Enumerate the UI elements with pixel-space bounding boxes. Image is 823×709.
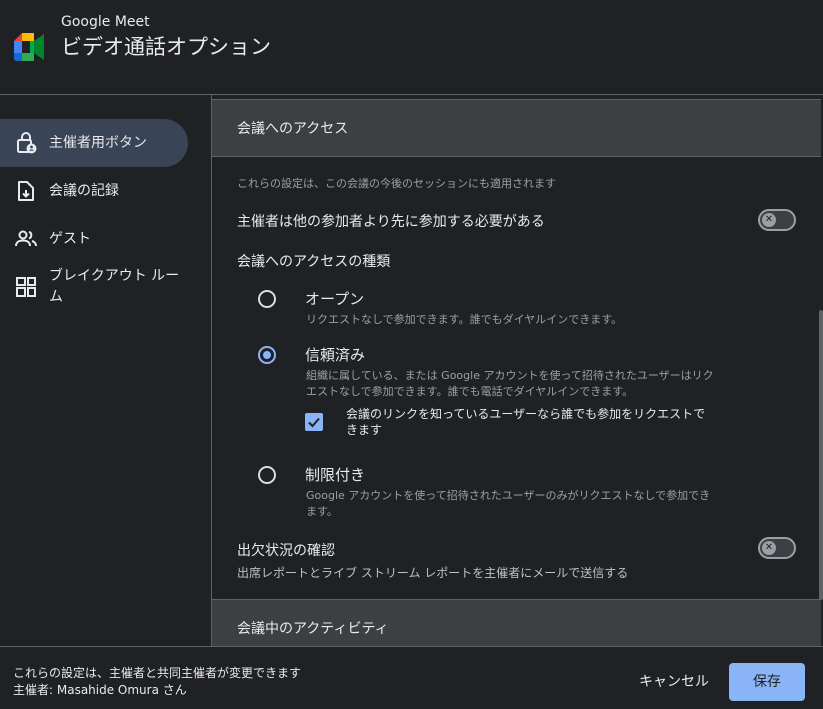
file-download-icon <box>18 181 34 201</box>
dialog-footer: これらの設定は、主催者と共同主催者が変更できます 主催者: Masahide O… <box>0 646 823 709</box>
access-trusted-desc-line2: エストなしで参加できます。誰でも電話でダイヤルインできます。 <box>306 385 634 398</box>
sidebar-item-host-controls[interactable]: 主催者用ボタン <box>0 119 188 167</box>
access-open-desc: リクエストなしで参加できます。誰でもダイヤルインできます。 <box>306 313 623 326</box>
dialog-title: ビデオ通話オプション <box>61 35 271 59</box>
access-restricted-radio[interactable] <box>258 466 276 484</box>
footer-note-line1: これらの設定は、主催者と共同主催者が変更できます <box>13 666 302 680</box>
save-button[interactable]: 保存 <box>729 663 805 701</box>
access-restricted-title: 制限付き <box>305 466 366 484</box>
sidebar-item-guests[interactable]: ゲスト <box>0 215 188 263</box>
attendance-title: 出欠状況の確認 <box>237 543 335 559</box>
section-note: これらの設定は、この会議の今後のセッションにも適用されます <box>237 177 556 190</box>
section-title: 会議へのアクセス <box>237 121 349 137</box>
host-join-first-label: 主催者は他の参加者より先に参加する必要がある <box>237 214 545 230</box>
google-meet-logo <box>14 33 44 61</box>
access-trusted-title: 信頼済み <box>305 346 366 364</box>
close-icon: ✕ <box>764 542 774 553</box>
toggle-off-knob: ✕ <box>762 541 776 555</box>
check-icon <box>308 417 320 428</box>
link-request-label-line2: きます <box>346 423 383 437</box>
cancel-button[interactable]: キャンセル <box>626 664 722 700</box>
access-restricted-desc-line2: ます。 <box>306 505 338 518</box>
access-open-radio[interactable] <box>258 290 276 308</box>
access-trusted-desc-line1: 組織に属している、または Google アカウントを使って招待されたユーザーはリ… <box>306 369 714 382</box>
access-trusted-radio[interactable] <box>258 346 276 364</box>
sidebar-item-breakout-rooms[interactable]: ブレイクアウト ルー ム <box>0 263 188 315</box>
section-header-in-meeting-activity: 会議中のアクティビティ <box>212 599 821 646</box>
settings-panel: 会議へのアクセス これらの設定は、この会議の今後のセッションにも適用されます 主… <box>212 95 823 646</box>
grid-icon <box>16 277 36 297</box>
people-icon <box>15 230 37 247</box>
sidebar-item-label-line1: ブレイクアウト ルー <box>49 268 180 284</box>
host-join-first-toggle[interactable]: ✕ <box>758 209 796 231</box>
link-request-label-line1: 会議のリンクを知っているユーザーなら誰でも参加をリクエストで <box>346 407 706 421</box>
sidebar-item-label: ゲスト <box>49 231 91 247</box>
sidebar: 主催者用ボタン 会議の記録 ゲスト ブレイクアウト ルー ム <box>0 95 211 646</box>
section-header-meeting-access: 会議へのアクセス <box>212 99 821 157</box>
attendance-toggle[interactable]: ✕ <box>758 537 796 559</box>
section-title: 会議中のアクティビティ <box>237 621 389 637</box>
app-name: Google Meet <box>61 14 150 30</box>
dialog-header: Google Meet ビデオ通話オプション <box>0 0 823 94</box>
sidebar-item-label: 主催者用ボタン <box>49 135 147 151</box>
scrollbar-thumb[interactable] <box>819 310 823 600</box>
sidebar-item-meeting-records[interactable]: 会議の記録 <box>0 167 188 215</box>
attendance-desc: 出席レポートとライブ ストリーム レポートを主催者にメールで送信する <box>237 566 629 580</box>
sidebar-item-label: 会議の記録 <box>49 183 119 199</box>
access-restricted-desc-line1: Google アカウントを使って招待されたユーザーのみがリクエストなしで参加でき <box>306 489 711 502</box>
close-icon: ✕ <box>764 214 774 225</box>
footer-note-line2: 主催者: Masahide Omura さん <box>13 683 187 697</box>
access-type-title: 会議へのアクセスの種類 <box>237 254 391 270</box>
lock-person-icon <box>17 132 37 154</box>
toggle-off-knob: ✕ <box>762 213 776 227</box>
link-request-checkbox[interactable] <box>305 413 323 431</box>
access-open-title: オープン <box>305 290 365 308</box>
sidebar-item-label-line2: ム <box>49 289 63 305</box>
